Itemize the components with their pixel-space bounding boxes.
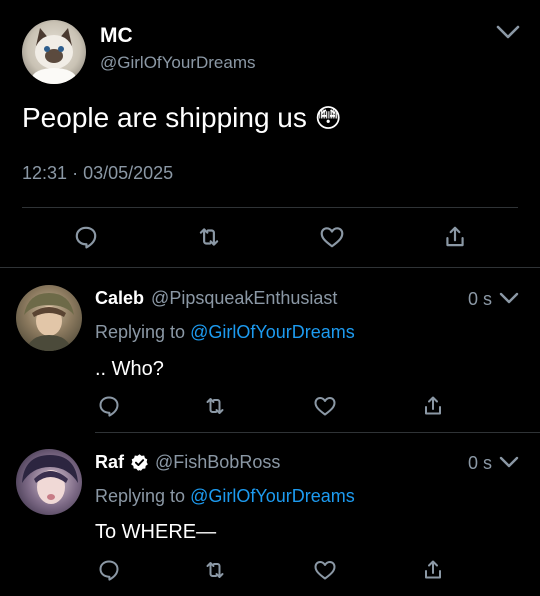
- avatar-portrait-image: [22, 455, 78, 504]
- avatar-portrait-image: [24, 293, 74, 351]
- like-icon: [320, 227, 344, 248]
- share-button[interactable]: [418, 391, 448, 421]
- tweet-text-body: People are shipping us: [22, 102, 307, 133]
- timestamp: 12:31 · 03/05/2025: [22, 162, 173, 184]
- like-icon: [314, 397, 336, 416]
- share-icon: [446, 226, 464, 247]
- display-name[interactable]: MC: [100, 24, 133, 48]
- avatar[interactable]: [16, 285, 82, 351]
- avatar[interactable]: [22, 20, 86, 84]
- replying-to-line: Replying to @GirlOfYourDreams: [95, 484, 355, 508]
- replying-to-label: Replying to: [95, 322, 186, 342]
- reply-button[interactable]: [71, 222, 101, 252]
- chevron-down-icon[interactable]: [499, 455, 519, 469]
- reply-time: 0 s: [468, 453, 493, 473]
- chevron-down-icon[interactable]: [499, 291, 519, 305]
- share-button[interactable]: [440, 222, 470, 252]
- display-name[interactable]: Raf: [95, 450, 124, 474]
- replying-to-handle[interactable]: @GirlOfYourDreams: [190, 322, 355, 342]
- handle[interactable]: @PipsqueakEnthusiast: [151, 288, 337, 308]
- verified-badge-icon: [130, 453, 149, 472]
- like-button[interactable]: [317, 222, 347, 252]
- like-icon: [314, 561, 336, 580]
- divider: [95, 432, 540, 433]
- retweet-icon: [199, 228, 219, 246]
- reply-header: Raf @FishBobRoss: [95, 450, 280, 474]
- reply-icon: [99, 396, 119, 417]
- retweet-button[interactable]: [200, 391, 230, 421]
- reply-text: To WHERE—: [95, 521, 217, 543]
- avatar-cat-image: [32, 28, 76, 84]
- handle[interactable]: @FishBobRoss: [155, 450, 280, 474]
- display-name[interactable]: Caleb: [95, 288, 144, 308]
- reply-text: .. Who?: [95, 358, 164, 380]
- share-button[interactable]: [418, 555, 448, 585]
- timestamp-separator: ·: [72, 163, 79, 183]
- reply-header: Caleb @PipsqueakEnthusiast: [95, 286, 337, 310]
- retweet-button[interactable]: [194, 222, 224, 252]
- share-icon: [425, 396, 441, 415]
- replying-to-label: Replying to: [95, 486, 186, 506]
- tweet-text: People are shipping us 😳: [22, 100, 342, 136]
- replying-to-line: Replying to @GirlOfYourDreams: [95, 320, 355, 344]
- replying-to-handle[interactable]: @GirlOfYourDreams: [190, 486, 355, 506]
- retweet-icon: [206, 398, 224, 414]
- share-icon: [425, 560, 441, 579]
- like-button[interactable]: [310, 391, 340, 421]
- avatar[interactable]: [16, 449, 82, 515]
- reply-button[interactable]: [94, 391, 124, 421]
- divider: [0, 267, 540, 268]
- reply-time: 0 s: [468, 289, 493, 309]
- flushed-emoji: 😳: [314, 103, 342, 133]
- like-button[interactable]: [310, 555, 340, 585]
- handle[interactable]: @GirlOfYourDreams: [100, 52, 256, 74]
- reply-icon: [99, 560, 119, 581]
- reply-button[interactable]: [94, 555, 124, 585]
- retweet-button[interactable]: [200, 555, 230, 585]
- retweet-icon: [206, 562, 224, 578]
- tweet-time: 12:31: [22, 163, 68, 183]
- tweet-date: 03/05/2025: [83, 163, 174, 183]
- divider: [22, 207, 518, 208]
- reply-icon: [75, 226, 97, 249]
- chevron-down-icon[interactable]: [496, 24, 520, 40]
